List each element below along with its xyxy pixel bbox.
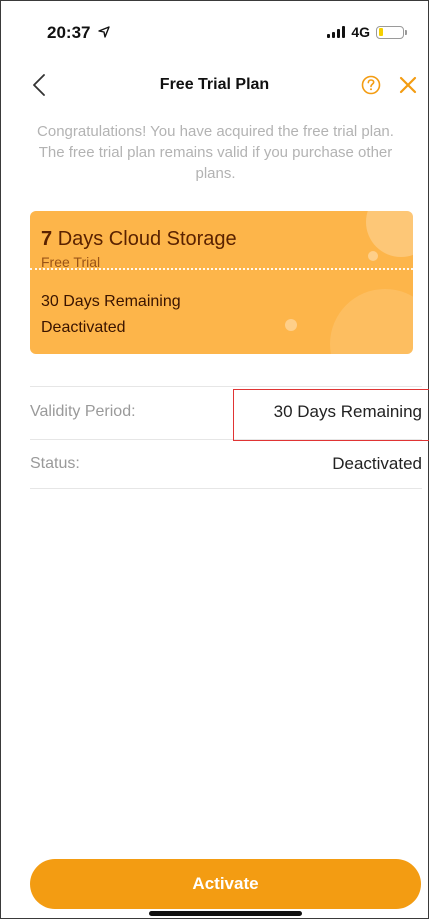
highlight-box <box>233 389 429 441</box>
network-type: 4G <box>351 24 370 40</box>
validity-label: Validity Period: <box>30 402 136 420</box>
activate-button[interactable]: Activate <box>30 859 421 909</box>
close-button[interactable] <box>397 74 419 96</box>
card-days: 7 <box>41 228 53 250</box>
status-value: Deactivated <box>332 454 422 473</box>
close-icon <box>399 76 417 94</box>
card-status: Deactivated <box>41 319 126 336</box>
help-button[interactable] <box>360 74 382 96</box>
status-bar: 20:37 4G <box>1 1 428 65</box>
plan-card: 7 Days Cloud Storage Free Trial 30 Days … <box>30 211 413 354</box>
decorative-bubble <box>330 289 413 354</box>
card-remaining: 30 Days Remaining <box>41 293 181 310</box>
status-indicators: 4G <box>327 24 407 40</box>
home-indicator <box>149 911 302 916</box>
card-title: 7 Days Cloud Storage <box>41 228 237 251</box>
nav-bar: Free Trial Plan <box>1 65 428 109</box>
decorative-bubble <box>368 251 378 261</box>
card-subtitle: Free Trial <box>41 254 101 270</box>
status-time-text: 20:37 <box>47 23 91 42</box>
intro-text: Congratulations! You have acquired the f… <box>37 123 394 182</box>
battery-icon <box>376 25 407 39</box>
card-title-text: Days Cloud Storage <box>57 228 237 250</box>
location-arrow-icon <box>98 26 110 38</box>
question-circle-icon <box>361 75 381 95</box>
status-time: 20:37 <box>47 23 110 43</box>
status-row: Status: Deactivated <box>30 439 422 489</box>
battery-level <box>378 28 384 36</box>
status-label: Status: <box>30 455 80 472</box>
decorative-bubble <box>285 319 297 331</box>
signal-icon <box>327 26 346 38</box>
